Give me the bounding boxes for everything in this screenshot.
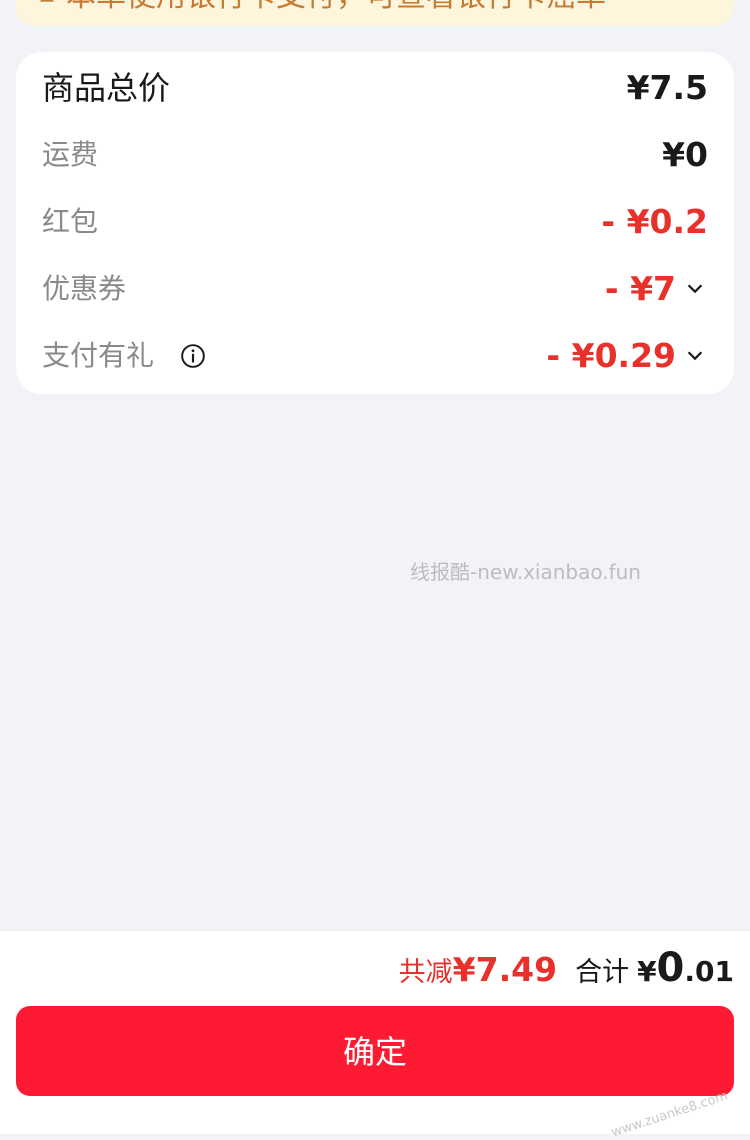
- chevron-down-icon[interactable]: [684, 344, 706, 366]
- total-price-value: ¥7.5: [626, 68, 708, 107]
- bell-icon: [39, 0, 55, 2]
- total-price-label: 商品总价: [42, 69, 171, 107]
- notice-text: 本单使用银行卡支付，可查看银行卡癌单: [66, 0, 606, 14]
- notice-bar[interactable]: 本单使用银行卡支付，可查看银行卡癌单: [16, 0, 734, 26]
- saved-value: ¥7.49: [452, 950, 558, 989]
- chevron-right-icon: [696, 0, 714, 2]
- total-amount-integer: 0: [656, 945, 685, 991]
- total-amount-decimal: .01: [684, 955, 734, 988]
- coupon-value: - ¥7: [604, 269, 676, 308]
- coupon-label: 优惠券: [42, 272, 127, 305]
- row-coupon[interactable]: 优惠券 - ¥7: [16, 261, 734, 317]
- row-shipping: 运费 ¥0: [16, 127, 734, 183]
- total-label: 合计: [575, 957, 630, 988]
- payment-gift-value: - ¥0.29: [546, 336, 676, 375]
- red-packet-value: - ¥0.2: [601, 202, 708, 241]
- row-red-packet: 红包 - ¥0.2: [16, 194, 734, 250]
- shipping-value: ¥0: [662, 135, 708, 174]
- total-currency: ¥: [637, 955, 657, 988]
- payment-summary: 共减 ¥7.49 合计 ¥ 0 .01: [399, 945, 734, 991]
- payment-gift-label: 支付有礼: [42, 339, 155, 372]
- red-packet-label: 红包: [42, 205, 99, 238]
- row-payment-gift[interactable]: 支付有礼 - ¥0.29: [16, 328, 734, 384]
- watermark-text: 线报酷-new.xianbao.fun: [410, 560, 641, 584]
- row-total-price: 商品总价 ¥7.5: [16, 60, 734, 116]
- corner-watermark: www.zuanke8.com: [609, 1088, 730, 1140]
- chevron-down-icon[interactable]: [684, 277, 706, 299]
- confirm-button[interactable]: 确定: [16, 1006, 734, 1096]
- info-icon[interactable]: [180, 343, 206, 369]
- checkout-footer: 共减 ¥7.49 合计 ¥ 0 .01 确定 www.zuanke8.com: [0, 930, 750, 1140]
- shipping-label: 运费: [42, 138, 99, 171]
- price-summary-card: 商品总价 ¥7.5 运费 ¥0 红包 - ¥0.2 优惠券 - ¥7 支付有礼 …: [16, 52, 734, 394]
- saved-label: 共减: [398, 957, 453, 988]
